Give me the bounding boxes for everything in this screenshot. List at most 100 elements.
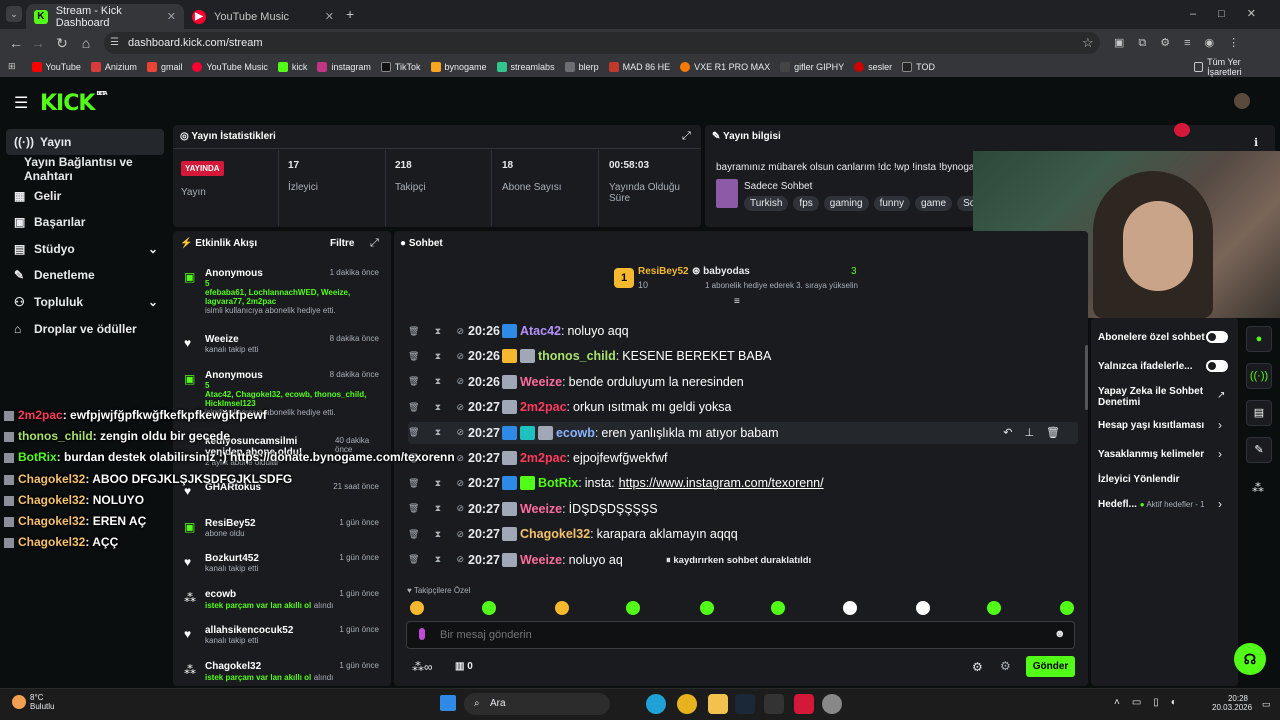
url-field[interactable]: dashboard.kick.com/stream (104, 32, 1100, 54)
tab-youtube-music[interactable]: ▶ YouTube Music ✕ (184, 4, 342, 29)
chat-toggle-button[interactable]: ● (1246, 326, 1272, 352)
emote-icon[interactable] (916, 601, 930, 615)
site-info-icon[interactable]: ☰ (110, 37, 119, 48)
timeout-icon[interactable]: ⧗ (435, 376, 441, 387)
emote-icon[interactable] (410, 601, 424, 615)
notification-icon[interactable]: ▭ (1262, 699, 1271, 710)
bookmark-item[interactable]: bynogame (430, 61, 487, 72)
delete-icon[interactable]: 🗑 (408, 351, 419, 362)
edge-icon[interactable] (646, 694, 666, 714)
user-avatar[interactable] (1234, 93, 1250, 109)
external-link-icon[interactable]: ↗ (1217, 390, 1225, 401)
home-icon[interactable]: ⌂ (76, 33, 96, 53)
chat-message[interactable]: 🗑 ⧗ ⊘ 20:27 ecowb: eren yanlışlıkla mı atıyo… (408, 421, 1078, 444)
sidebar-item-yayin[interactable]: ((·)) Yayın (6, 129, 164, 155)
bookmark-item[interactable]: kick (277, 61, 307, 72)
message-actions[interactable]: ↶⊥🗑 (1003, 426, 1072, 439)
hamburger-menu-icon[interactable]: ☰ (14, 93, 28, 113)
ban-icon[interactable]: ⊘ (456, 503, 464, 514)
reload-icon[interactable]: ↻ (52, 33, 72, 53)
delete-icon[interactable]: 🗑 (408, 427, 419, 438)
message-username[interactable]: ecowb (556, 426, 595, 440)
timeout-icon[interactable]: ⧗ (435, 503, 441, 514)
popout-icon[interactable]: ⤢ (370, 237, 379, 250)
chat-message[interactable]: 🗑 ⧗ ⊘ 20:27 2m2pac: orkun ısıtmak mı geldi y… (408, 396, 1078, 418)
extension-icons[interactable]: ▣⧉⚙≡◉⋮ (1114, 36, 1253, 50)
close-tab-icon[interactable]: ✕ (325, 10, 334, 23)
steam-icon[interactable] (735, 694, 755, 714)
message-username[interactable]: 2m2pac (520, 451, 567, 465)
bookmark-item[interactable]: blerp (564, 61, 599, 72)
subscriber-only-toggle[interactable] (1206, 331, 1228, 343)
ai-moderation-setting[interactable]: Yapay Zeka ile Sohbet Denetimi (1098, 386, 1204, 408)
timeout-icon[interactable]: ⧗ (435, 529, 441, 540)
mod-tools-icon[interactable]: ⚙ (1000, 659, 1011, 673)
chat-message[interactable]: 🗑 ⧗ ⊘ 20:26 thonos_child: KESENE BEREKET BAB… (408, 345, 1078, 367)
bookmark-item[interactable]: VXE R1 PRO MAX (680, 61, 770, 72)
sidebar-item-basarilar[interactable]: ▣ Başarılar (6, 209, 164, 235)
bookmark-item[interactable]: MAD 86 HE (608, 61, 670, 72)
chat-message[interactable]: 🗑 ⧗ ⊘ 20:27 2m2pac: ejpojfewfğwekfwf (408, 447, 1078, 469)
send-button[interactable]: Gönder (1026, 656, 1075, 677)
emote-icon[interactable] (1060, 601, 1074, 615)
delete-icon[interactable]: 🗑 (408, 402, 419, 413)
emote-icon[interactable] (771, 601, 785, 615)
bookmark-item[interactable]: instagram (317, 61, 371, 72)
ban-icon[interactable]: ⊘ (456, 554, 464, 565)
bookmark-star-icon[interactable]: ☆ (1082, 35, 1094, 51)
chat-message[interactable]: 🗑 ⧗ ⊘ 20:27 Weeize: İDŞDŞDŞŞŞŞS (408, 498, 1078, 520)
taskbar-search[interactable]: ⌕ Ara (464, 693, 610, 715)
back-icon[interactable]: ← (6, 33, 26, 53)
chat-scrollbar[interactable] (1085, 345, 1088, 410)
tab-kick-dashboard[interactable]: K Stream - Kick Dashboard ✕ (26, 4, 184, 29)
bookmark-item[interactable]: TikTok (380, 61, 421, 72)
sidebar-item-topluluk[interactable]: ⚇ Topluluk ⌄ (6, 289, 164, 315)
rewards-icon[interactable]: ⁂ (1252, 481, 1264, 495)
ban-icon[interactable]: ⊘ (456, 402, 464, 413)
emote-icon[interactable] (843, 601, 857, 615)
sidebar-item-denetleme[interactable]: ✎ Denetleme (6, 262, 164, 288)
sidebar-item-gelir[interactable]: ▦ Gelir (6, 183, 164, 209)
message-username[interactable]: 2m2pac (520, 400, 567, 414)
system-tray-icons[interactable]: ˄▭▯◐ (1114, 697, 1189, 708)
timeout-icon[interactable]: ⧗ (435, 351, 441, 362)
timeout-icon[interactable]: ⧗ (435, 554, 441, 565)
ban-icon[interactable]: ⊘ (456, 529, 464, 540)
message-username[interactable]: Weeize (520, 375, 562, 389)
bookmark-item[interactable]: streamlabs (496, 61, 555, 72)
kick-logo[interactable]: KICK BETA (40, 91, 108, 116)
message-username[interactable]: Weeize (520, 553, 562, 567)
delete-icon[interactable]: 🗑 (408, 503, 419, 514)
goals-setting[interactable]: Hedefl... ● Aktif hedefler - 1 (1098, 499, 1205, 510)
sidebar-item-yayin-baglantisi[interactable]: Yayın Bağlantısı ve Anahtarı (6, 155, 176, 183)
message-username[interactable]: BotRix (538, 476, 578, 490)
emote-icon[interactable] (626, 601, 640, 615)
emote-only-toggle[interactable] (1206, 360, 1228, 372)
stats-toggle-button[interactable]: ▤ (1246, 400, 1272, 426)
delete-icon[interactable]: 🗑 (408, 478, 419, 489)
app-icon[interactable] (794, 694, 814, 714)
banned-words-setting[interactable]: Yasaklanmış kelimeler (1098, 449, 1204, 460)
popout-icon[interactable]: ⤢ (682, 130, 691, 143)
viewer-redirect-setting[interactable]: İzleyici Yönlendir (1098, 474, 1180, 485)
epic-icon[interactable] (764, 694, 784, 714)
emote-icon[interactable] (555, 601, 569, 615)
chat-paused-notice[interactable]: ⏸ kaydırırken sohbet duraklatıldı (666, 555, 811, 566)
chat-message-field[interactable] (440, 626, 1040, 644)
window-controls[interactable]: –□✕ (1190, 7, 1278, 20)
emote-icon[interactable] (700, 601, 714, 615)
chat-settings-icon[interactable]: ⚙ (972, 660, 983, 674)
clock[interactable]: 20:28 20.03.2026 (1212, 694, 1252, 712)
tools-toggle-button[interactable]: ✎ (1246, 437, 1272, 463)
ban-icon[interactable]: ⊘ (456, 351, 464, 362)
chat-message[interactable]: 🗑 ⧗ ⊘ 20:27 Chagokel32: karapara aklamayın a… (408, 523, 1078, 545)
bookmark-item[interactable]: YouTube (31, 61, 81, 72)
new-tab-button[interactable]: + (346, 6, 354, 22)
timeout-icon[interactable]: ⧗ (435, 427, 441, 438)
forward-icon[interactable]: → (28, 33, 48, 53)
delete-icon[interactable]: 🗑 (408, 376, 419, 387)
app-icon[interactable] (822, 694, 842, 714)
apps-grid-icon[interactable]: ⊞ (8, 61, 16, 72)
close-tab-icon[interactable]: ✕ (167, 10, 176, 23)
chat-message[interactable]: 🗑 ⧗ ⊘ 20:27 BotRix: insta: https://www.instag… (408, 472, 1078, 494)
